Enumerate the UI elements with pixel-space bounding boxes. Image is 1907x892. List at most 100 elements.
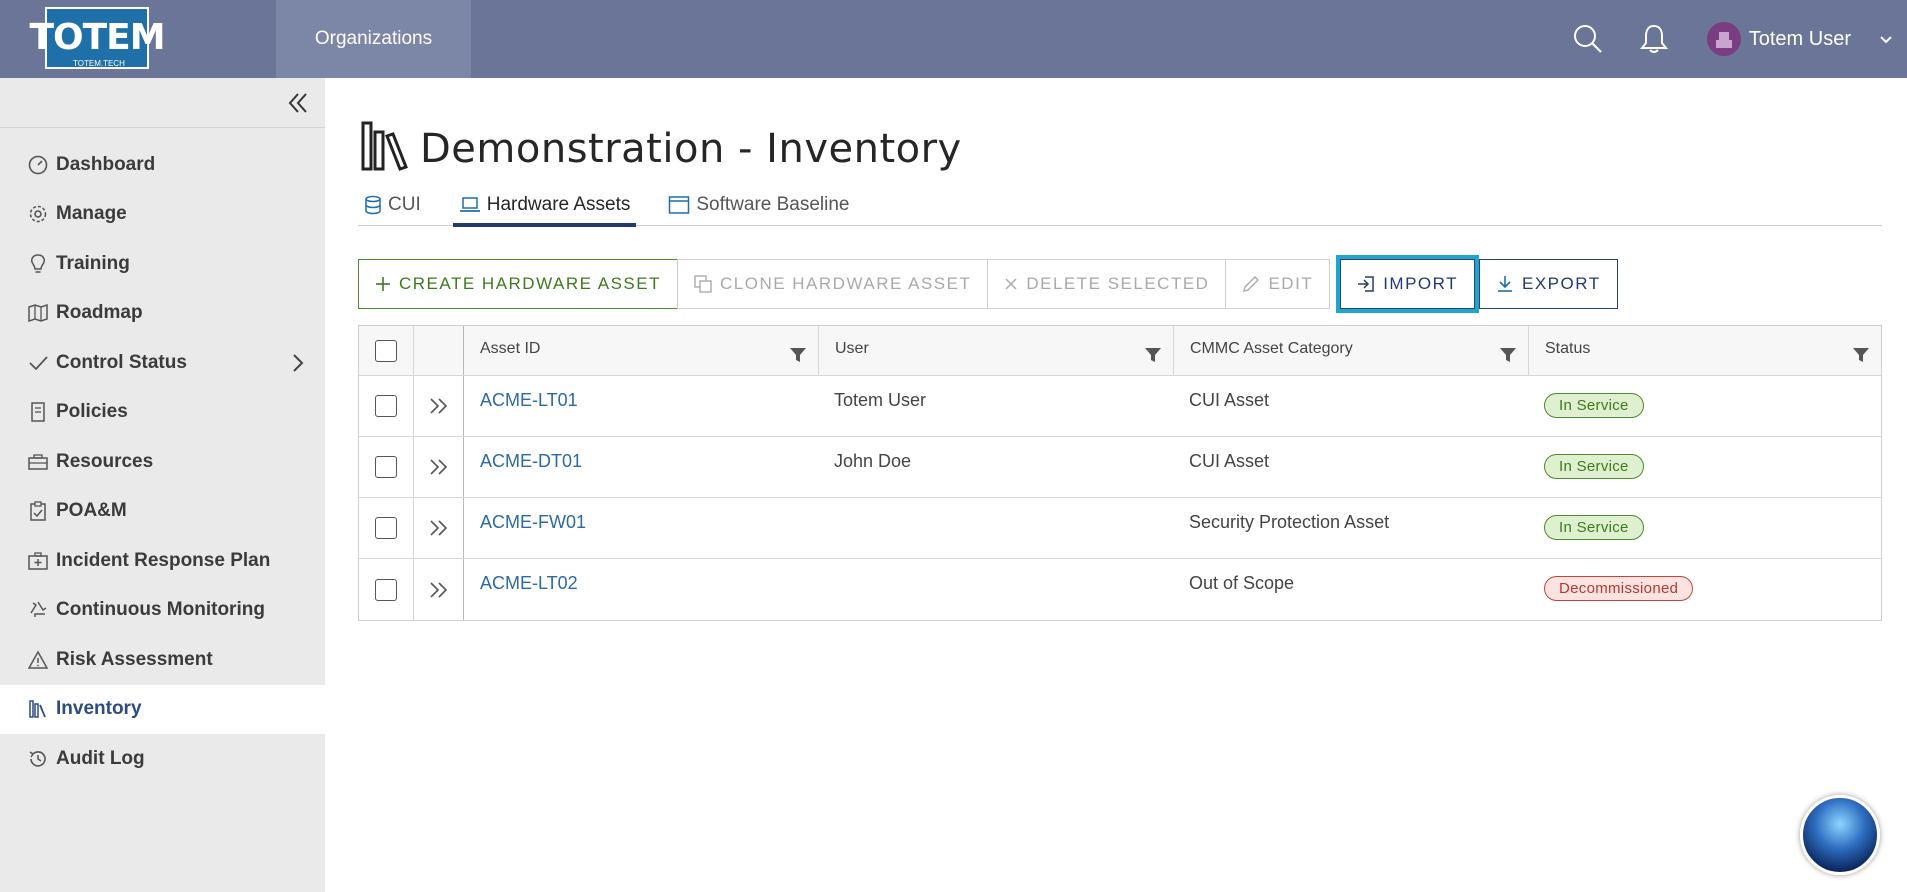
sidebar-item-label: Policies [56, 401, 128, 423]
table-row[interactable]: ACME-FW01 Security Protection Asset In S… [359, 498, 1881, 559]
expand-header-cell [413, 326, 463, 375]
column-header-cmmc-asset-category[interactable]: CMMC Asset Category [1173, 326, 1528, 375]
sidebar-item-risk-assessment[interactable]: Risk Assessment [0, 635, 325, 685]
import-button[interactable]: Import [1340, 259, 1475, 309]
books-icon [360, 120, 410, 177]
tab-label: CUI [388, 193, 421, 215]
button-label: Delete Selected [1026, 274, 1210, 293]
plus-icon [375, 276, 391, 292]
category-cell: Security Protection Asset [1189, 512, 1390, 532]
tab-hardware-assets[interactable]: Hardware Assets [452, 183, 637, 227]
filter-icon[interactable] [1500, 348, 1516, 367]
column-header-status[interactable]: Status [1528, 326, 1881, 375]
sidebar-item-dashboard[interactable]: Dashboard [0, 140, 325, 190]
button-label: Clone Hardware Asset [719, 274, 972, 293]
main-content: Demonstration - Inventory CUI Hardware A… [325, 78, 1907, 892]
assistant-launcher-button[interactable] [1800, 795, 1880, 875]
expand-row-icon[interactable] [413, 559, 463, 620]
page-title: Demonstration - Inventory [420, 125, 962, 172]
expand-row-icon[interactable] [413, 498, 463, 558]
filter-icon[interactable] [790, 348, 806, 367]
filter-icon[interactable] [1145, 348, 1161, 367]
row-checkbox[interactable] [375, 456, 397, 478]
document-icon [26, 400, 50, 424]
top-bar: TOTEM TOTEM.TECH Organizations Totem Use… [0, 0, 1907, 78]
collapse-sidebar-icon[interactable] [285, 90, 311, 116]
sidebar-item-roadmap[interactable]: Roadmap [0, 289, 325, 339]
column-header-asset-id[interactable]: Asset ID [463, 326, 818, 375]
clipboard-icon [26, 499, 50, 523]
sidebar-item-incident-response-plan[interactable]: Incident Response Plan [0, 536, 325, 586]
button-label: Edit [1268, 274, 1314, 293]
filter-icon[interactable] [1853, 348, 1869, 367]
table-row[interactable]: ACME-LT01 Totem User CUI Asset In Servic… [359, 376, 1881, 437]
create-hardware-asset-button[interactable]: Create Hardware Asset [358, 259, 678, 309]
close-icon [1004, 277, 1018, 291]
column-header-user[interactable]: User [818, 326, 1173, 375]
window-icon [668, 195, 690, 215]
table-row[interactable]: ACME-LT02 Out of Scope Decommissioned [359, 559, 1881, 620]
sidebar-item-manage[interactable]: Manage [0, 190, 325, 240]
sidebar-item-audit-log[interactable]: Audit Log [0, 734, 325, 784]
sidebar-item-label: Audit Log [56, 747, 145, 769]
row-select-cell [359, 498, 413, 558]
asset-id-link[interactable]: ACME-LT02 [463, 559, 818, 620]
bell-icon[interactable] [1621, 0, 1687, 78]
sidebar-item-label: Roadmap [56, 302, 143, 324]
sidebar-item-policies[interactable]: Policies [0, 388, 325, 438]
asset-id-link[interactable]: ACME-FW01 [463, 498, 818, 558]
chevron-right-icon [291, 352, 305, 380]
sidebar-item-training[interactable]: Training [0, 239, 325, 289]
delete-selected-button[interactable]: Delete Selected [987, 259, 1227, 309]
sidebar-item-label: Control Status [56, 351, 187, 373]
toolbox-icon [26, 450, 50, 474]
copy-icon [694, 275, 712, 293]
select-all-checkbox[interactable] [375, 339, 397, 362]
sidebar-item-poam[interactable]: POA&M [0, 487, 325, 537]
sidebar-item-label: Incident Response Plan [56, 549, 271, 571]
user-menu[interactable]: Totem User [1687, 0, 1907, 78]
edit-button[interactable]: Edit [1225, 259, 1331, 309]
export-button[interactable]: Export [1479, 259, 1618, 309]
clone-hardware-asset-button[interactable]: Clone Hardware Asset [676, 259, 989, 309]
hardware-assets-table: Asset ID User CMMC Asset Category Status… [358, 325, 1882, 621]
user-cell [818, 559, 1173, 620]
column-label: User [835, 340, 869, 357]
table-row[interactable]: ACME-DT01 John Doe CUI Asset In Service [359, 437, 1881, 498]
page-header: Demonstration - Inventory [360, 120, 962, 177]
sidebar-item-inventory[interactable]: Inventory [0, 684, 325, 734]
expand-row-icon[interactable] [413, 376, 463, 436]
row-select-cell [359, 376, 413, 436]
user-cell: Totem User [834, 390, 927, 410]
row-checkbox[interactable] [375, 517, 397, 539]
sidebar-item-continuous-monitoring[interactable]: Continuous Monitoring [0, 586, 325, 636]
tab-software-baseline[interactable]: Software Baseline [662, 183, 855, 226]
expand-row-icon[interactable] [413, 437, 463, 497]
map-icon [26, 301, 50, 325]
search-icon[interactable] [1555, 0, 1621, 78]
pencil-icon [1242, 275, 1260, 293]
table-header: Asset ID User CMMC Asset Category Status [359, 326, 1881, 376]
gear-icon [26, 202, 50, 226]
tab-label: Software Baseline [696, 193, 850, 215]
organizations-tab[interactable]: Organizations [276, 0, 471, 78]
button-label: Export [1522, 274, 1601, 293]
tab-cui[interactable]: CUI [358, 183, 427, 226]
download-icon [1496, 275, 1514, 293]
lightbulb-icon [26, 252, 50, 276]
asset-id-link[interactable]: ACME-DT01 [463, 437, 818, 497]
status-cell: In Service [1528, 498, 1881, 558]
import-highlight: Import [1336, 255, 1479, 313]
status-badge: Decommissioned [1544, 576, 1694, 601]
row-checkbox[interactable] [375, 578, 397, 601]
logo[interactable]: TOTEM TOTEM.TECH [0, 0, 276, 78]
sidebar-item-label: Risk Assessment [56, 648, 213, 670]
row-checkbox[interactable] [375, 395, 397, 417]
sidebar-item-label: Resources [56, 450, 154, 472]
button-label: Import [1383, 274, 1458, 293]
category-cell: CUI Asset [1189, 451, 1270, 471]
asset-id-link[interactable]: ACME-LT01 [463, 376, 818, 436]
sidebar-item-resources[interactable]: Resources [0, 437, 325, 487]
toolbar: Create Hardware Asset Clone Hardware Ass… [358, 255, 1618, 313]
sidebar-item-control-status[interactable]: Control Status [0, 338, 325, 388]
